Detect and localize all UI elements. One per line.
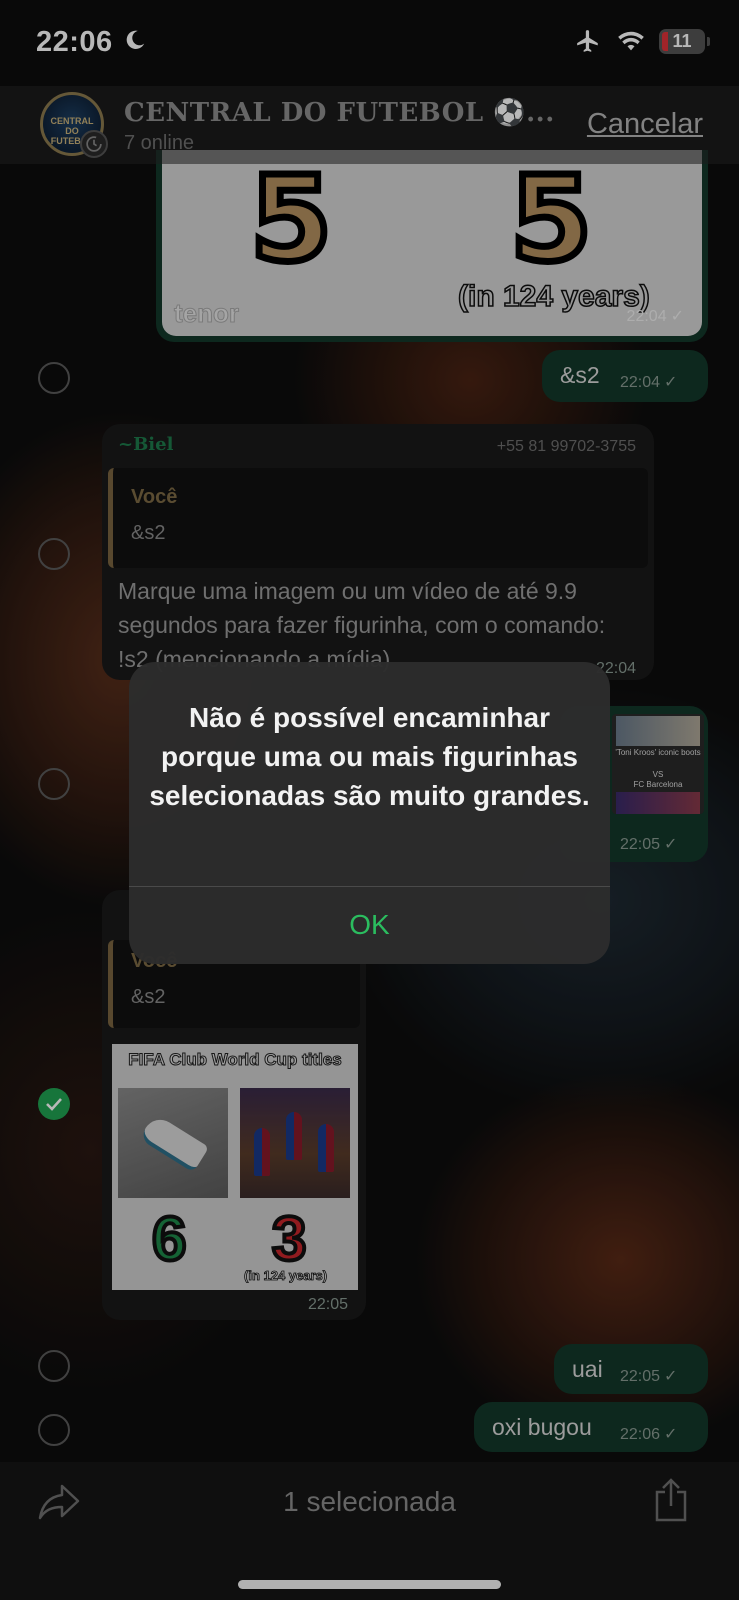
alert-message: Não é possível encaminhar porque uma ou …	[149, 702, 590, 811]
alert-dialog: Não é possível encaminhar porque uma ou …	[129, 662, 610, 964]
ok-button[interactable]: OK	[129, 886, 610, 964]
